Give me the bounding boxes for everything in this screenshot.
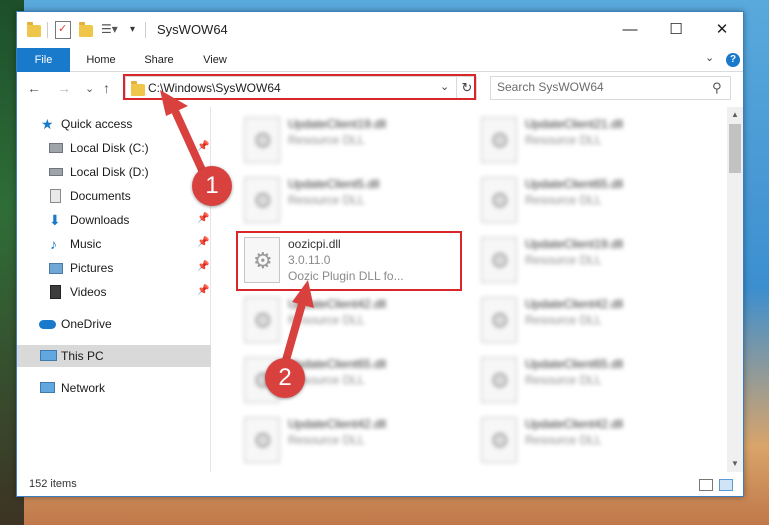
arrow-1 [160, 90, 206, 174]
annotation-arrows [160, 90, 314, 364]
arrow-2 [282, 280, 314, 364]
callout-2: 2 [265, 358, 305, 398]
callout-1: 1 [192, 166, 232, 206]
